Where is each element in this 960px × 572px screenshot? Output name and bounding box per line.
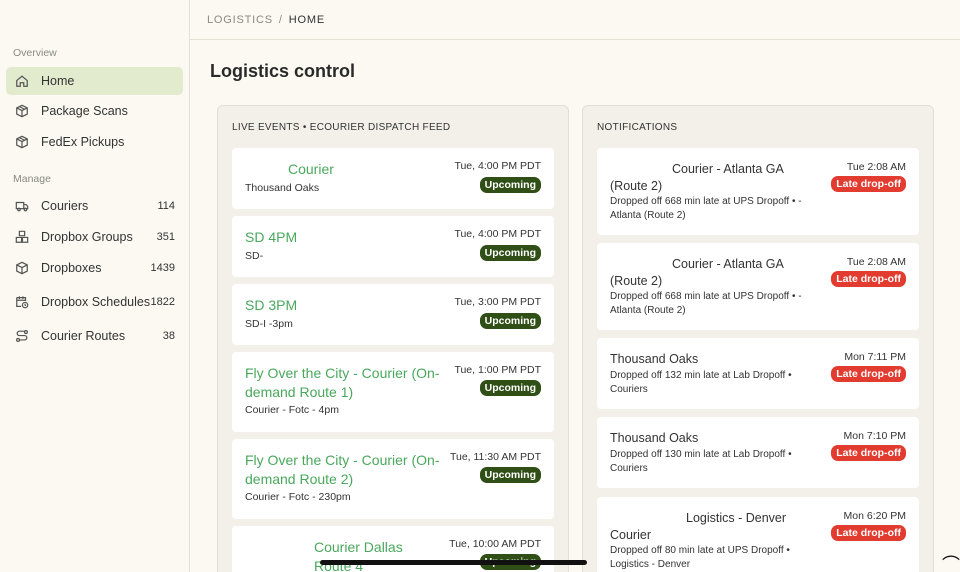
live-events-panel: LIVE EVENTS • ECOURIER DISPATCH FEED Cou… xyxy=(217,105,569,572)
box-icon xyxy=(14,260,30,276)
status-badge: Upcoming xyxy=(479,245,541,261)
status-badge: Late drop-off xyxy=(831,445,906,461)
notification-title: Thousand Oaks xyxy=(610,431,699,445)
notification-card[interactable]: Courier - Atlanta GA (Route 2) Dropped o… xyxy=(597,243,919,330)
breadcrumb-separator: / xyxy=(278,13,283,26)
event-time: Tue, 4:00 PM PDT xyxy=(454,228,541,240)
sidebar-item-label: Package Scans xyxy=(41,103,128,118)
home-icon xyxy=(14,73,30,89)
sidebar-item-label: FedEx Pickups xyxy=(41,134,125,149)
event-subtitle: Courier - Fotc - 230pm xyxy=(245,491,351,503)
event-card[interactable]: Fly Over the City - Courier (On-demand R… xyxy=(232,352,554,432)
event-card[interactable]: Fly Over the City - Courier (On-demand R… xyxy=(232,439,554,519)
event-card[interactable]: SD 4PM SD- Tue, 4:00 PM PDT Upcoming xyxy=(232,216,554,277)
sidebar-item-label: Dropbox Groups xyxy=(41,229,133,244)
sidebar-item-label: Dropboxes xyxy=(41,260,102,275)
calendar-clock-icon xyxy=(14,294,30,310)
event-time: Tue, 11:30 AM PDT xyxy=(449,451,541,463)
notification-card[interactable]: Thousand Oaks Dropped off 132 min late a… xyxy=(597,338,919,409)
event-time: Tue, 3:00 PM PDT xyxy=(454,296,541,308)
notification-time: Mon 7:10 PM xyxy=(843,430,906,442)
notification-detail: Dropped off 130 min late at Lab Dropoff … xyxy=(610,449,792,474)
notification-title: Logistics - Denver Courier xyxy=(610,511,787,542)
sidebar-item-count: 114 xyxy=(157,200,175,212)
sidebar-item-dropbox-groups[interactable]: Dropbox Groups 351 xyxy=(6,223,183,251)
sidebar-item-count: 1439 xyxy=(150,262,175,274)
sidebar-item-couriers[interactable]: Couriers 114 xyxy=(6,192,183,220)
route-icon xyxy=(14,328,30,344)
panel-title: NOTIFICATIONS xyxy=(597,122,678,133)
sidebar-item-courier-routes[interactable]: Courier Routes 38 xyxy=(6,322,183,350)
sidebar-item-label: Courier Routes xyxy=(41,328,126,343)
notification-detail: Dropped off 132 min late at Lab Dropoff … xyxy=(610,370,792,395)
sidebar-item-fedex-pickups[interactable]: FedEx Pickups xyxy=(6,128,183,156)
boxes-icon xyxy=(14,229,30,245)
status-badge: Late drop-off xyxy=(831,176,906,192)
section-label-overview: Overview xyxy=(13,47,57,59)
truck-icon xyxy=(14,198,30,214)
notification-time: Mon 6:20 PM xyxy=(843,510,906,522)
notification-detail: Dropped off 80 min late at UPS Dropoff •… xyxy=(610,545,790,570)
status-badge: Upcoming xyxy=(479,467,541,483)
notification-card[interactable]: Logistics - Denver Courier Dropped off 8… xyxy=(597,497,919,572)
event-card[interactable]: SD 3PM SD-I -3pm Tue, 3:00 PM PDT Upcomi… xyxy=(232,284,554,345)
breadcrumb: LOGISTICS / HOME xyxy=(190,0,960,40)
status-badge: Upcoming xyxy=(479,380,541,396)
sidebar-item-count: 1822 xyxy=(150,296,175,308)
panel-title: LIVE EVENTS • ECOURIER DISPATCH FEED xyxy=(232,122,451,133)
sidebar-item-dropbox-schedules[interactable]: Dropbox Schedules 1822 xyxy=(6,286,183,318)
event-title[interactable]: SD 3PM xyxy=(245,296,445,315)
event-subtitle: Thousand Oaks xyxy=(245,182,320,194)
notification-detail: Dropped off 668 min late at UPS Dropoff … xyxy=(610,196,802,221)
breadcrumb-current: HOME xyxy=(288,13,325,26)
home-indicator[interactable] xyxy=(320,560,587,565)
sidebar-item-label: Home xyxy=(41,73,75,88)
event-subtitle: SD-I -3pm xyxy=(245,318,293,330)
status-badge: Late drop-off xyxy=(831,271,906,287)
event-time: Tue, 10:00 AM PDT xyxy=(449,538,541,550)
page-title: Logistics control xyxy=(210,61,356,81)
notification-title: Courier - Atlanta GA (Route 2) xyxy=(610,162,784,193)
pencil-cursor-icon: ⌒ xyxy=(942,555,960,572)
sidebar: Overview Home Package Scans FedEx Pickup… xyxy=(0,0,190,572)
event-time: Tue, 4:00 PM PDT xyxy=(454,160,541,172)
event-title[interactable]: Fly Over the City - Courier (On-demand R… xyxy=(245,451,445,488)
event-card[interactable]: Courier Thousand Oaks Tue, 4:00 PM PDT U… xyxy=(232,148,554,209)
sidebar-item-dropboxes[interactable]: Dropboxes 1439 xyxy=(6,254,183,282)
notification-time: Mon 7:11 PM xyxy=(844,351,906,363)
event-title[interactable]: SD 4PM xyxy=(245,228,445,247)
status-badge: Upcoming xyxy=(479,313,541,329)
sidebar-item-home[interactable]: Home xyxy=(6,67,183,95)
sidebar-item-label: Dropbox Schedules xyxy=(41,294,151,309)
notifications-panel: NOTIFICATIONS Courier - Atlanta GA (Rout… xyxy=(582,105,934,572)
status-badge: Late drop-off xyxy=(831,525,906,541)
event-title[interactable]: Courier Dallas Route 4 xyxy=(245,538,435,572)
sidebar-item-label: Couriers xyxy=(41,198,89,213)
status-badge: Upcoming xyxy=(479,177,541,193)
notification-time: Tue 2:08 AM xyxy=(846,161,906,173)
notification-detail: Dropped off 668 min late at UPS Dropoff … xyxy=(610,291,802,316)
sidebar-item-package-scans[interactable]: Package Scans xyxy=(6,97,183,125)
sidebar-item-count: 38 xyxy=(162,330,175,342)
package-icon xyxy=(14,103,30,119)
event-subtitle: SD- xyxy=(245,250,264,262)
notification-card[interactable]: Courier - Atlanta GA (Route 2) Dropped o… xyxy=(597,148,919,235)
section-label-manage: Manage xyxy=(13,173,51,185)
notification-card[interactable]: Thousand Oaks Dropped off 130 min late a… xyxy=(597,417,919,488)
notification-title: Courier - Atlanta GA (Route 2) xyxy=(610,257,784,288)
package-icon xyxy=(14,134,30,150)
breadcrumb-section[interactable]: LOGISTICS xyxy=(207,14,273,26)
event-time: Tue, 1:00 PM PDT xyxy=(454,364,541,376)
notification-title: Thousand Oaks xyxy=(610,352,699,366)
event-title[interactable]: Fly Over the City - Courier (On-demand R… xyxy=(245,364,445,401)
sidebar-item-count: 351 xyxy=(156,231,175,243)
event-subtitle: Courier - Fotc - 4pm xyxy=(245,404,339,416)
status-badge: Late drop-off xyxy=(831,366,906,382)
notification-time: Tue 2:08 AM xyxy=(846,256,906,268)
event-card[interactable]: Courier Dallas Route 4 Tue, 10:00 AM PDT… xyxy=(232,526,554,572)
event-title[interactable]: Courier xyxy=(245,160,445,179)
